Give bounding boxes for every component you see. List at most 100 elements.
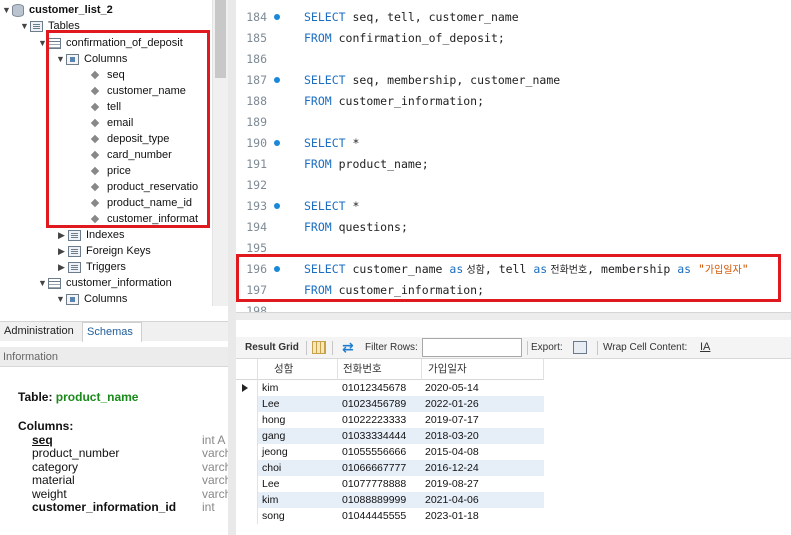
refresh-icon[interactable]: ⇄ xyxy=(342,340,356,354)
tree-column-item[interactable]: customer_name xyxy=(90,83,186,99)
table-cell[interactable]: 2015-04-08 xyxy=(423,444,479,460)
code-line[interactable]: FROM questions; xyxy=(304,219,408,235)
table-cell[interactable]: 2019-08-27 xyxy=(423,476,479,492)
table-cell[interactable]: hong xyxy=(260,412,285,428)
column-header[interactable]: 성함 xyxy=(258,359,338,380)
tree-column-item[interactable]: product_reservatio xyxy=(90,179,198,195)
table-cell[interactable]: gang xyxy=(260,428,285,444)
code-line[interactable]: SELECT * xyxy=(304,135,359,151)
table-cell[interactable]: 01077778888 xyxy=(340,476,406,492)
table-cell[interactable]: 01033334444 xyxy=(340,428,406,444)
tree-node-indexes[interactable]: ▶ Indexes xyxy=(58,227,125,243)
tree-node-table-confirmation[interactable]: ▼ confirmation_of_deposit xyxy=(38,35,183,51)
grid-view-icon[interactable] xyxy=(312,341,326,354)
table-cell[interactable]: Lee xyxy=(260,476,280,492)
table-row[interactable]: Lee 01023456789 2022-01-26 xyxy=(236,396,544,412)
table-cell[interactable]: kim xyxy=(260,492,278,508)
table-cell[interactable]: 2020-05-14 xyxy=(423,380,479,396)
table-cell[interactable]: 2022-01-26 xyxy=(423,396,479,412)
expand-arrow-icon[interactable]: ▼ xyxy=(56,51,66,67)
table-row[interactable]: gang 01033334444 2018-03-20 xyxy=(236,428,544,444)
tree-node-foreign-keys[interactable]: ▶ Foreign Keys xyxy=(58,243,151,259)
tree-column-item[interactable]: product_name_id xyxy=(90,195,192,211)
table-row[interactable]: kim 01012345678 2020-05-14 xyxy=(236,380,544,396)
tree-node-schema[interactable]: ▼ customer_list_2 xyxy=(2,2,113,18)
table-cell[interactable]: 01022223333 xyxy=(340,412,406,428)
table-row[interactable]: choi 01066667777 2016-12-24 xyxy=(236,460,544,476)
table-cell[interactable]: 01012345678 xyxy=(340,380,406,396)
collapse-arrow-icon[interactable]: ▶ xyxy=(58,243,68,259)
row-selector[interactable] xyxy=(236,396,258,412)
table-row[interactable]: song 01044445555 2023-01-18 xyxy=(236,508,544,524)
table-cell[interactable]: 01044445555 xyxy=(340,508,406,524)
table-cell[interactable]: 2021-04-06 xyxy=(423,492,479,508)
result-grid[interactable]: 성함 전화번호 가입일자 kim 01012345678 2020-05-14 Lee… xyxy=(236,359,791,535)
expand-arrow-icon[interactable]: ▼ xyxy=(38,35,48,51)
tree-column-item[interactable]: seq xyxy=(90,67,125,83)
tab-administration[interactable]: Administration xyxy=(0,322,82,342)
row-selector[interactable] xyxy=(236,444,258,460)
tree-node-tables[interactable]: ▼ Tables xyxy=(20,18,80,34)
table-cell[interactable]: 2018-03-20 xyxy=(423,428,479,444)
table-cell[interactable]: 01055556666 xyxy=(340,444,406,460)
tree-column-item[interactable]: tell xyxy=(90,99,121,115)
editor-result-splitter[interactable] xyxy=(236,312,791,320)
table-cell[interactable]: 01088889999 xyxy=(340,492,406,508)
expand-arrow-icon[interactable]: ▼ xyxy=(38,275,48,291)
code-line[interactable]: SELECT customer_name as 성함, tell as 전화번호… xyxy=(304,261,749,279)
column-header[interactable]: 가입일자 xyxy=(422,359,544,380)
row-selector[interactable] xyxy=(236,460,258,476)
tree-scrollbar[interactable] xyxy=(212,0,228,306)
expand-arrow-icon[interactable]: ▼ xyxy=(56,291,66,306)
tree-column-item[interactable]: deposit_type xyxy=(90,131,169,147)
wrap-text-icon[interactable]: IA xyxy=(700,341,714,354)
table-cell[interactable]: 01066667777 xyxy=(340,460,406,476)
tree-node-columns[interactable]: ▼ Columns xyxy=(56,51,127,67)
code-line[interactable]: FROM confirmation_of_deposit; xyxy=(304,30,505,46)
table-row[interactable]: kim 01088889999 2021-04-06 xyxy=(236,492,544,508)
table-cell[interactable]: Lee xyxy=(260,396,280,412)
code-line[interactable]: FROM product_name; xyxy=(304,156,429,172)
collapse-arrow-icon[interactable]: ▶ xyxy=(58,259,68,275)
table-cell[interactable]: kim xyxy=(260,380,278,396)
table-cell[interactable]: 2023-01-18 xyxy=(423,508,479,524)
filter-rows-input[interactable] xyxy=(422,338,522,357)
tree-column-item[interactable]: price xyxy=(90,163,131,179)
tree-node-columns[interactable]: ▼ Columns xyxy=(56,291,127,306)
table-cell[interactable]: 01023456789 xyxy=(340,396,406,412)
table-cell[interactable]: choi xyxy=(260,460,281,476)
scrollbar-thumb[interactable] xyxy=(215,0,226,78)
tab-schemas[interactable]: Schemas xyxy=(82,322,142,342)
export-icon[interactable] xyxy=(573,341,587,354)
row-selector[interactable] xyxy=(236,380,258,396)
row-selector[interactable] xyxy=(236,476,258,492)
code-line[interactable]: SELECT seq, membership, customer_name xyxy=(304,72,560,88)
sql-editor[interactable]: 184 185 186 187 188 189 190 191 192 193 … xyxy=(236,0,791,312)
column-header[interactable]: 전화번호 xyxy=(338,359,422,380)
tree-column-item[interactable]: email xyxy=(90,115,133,131)
code-line[interactable]: SELECT * xyxy=(304,198,359,214)
code-line[interactable]: SELECT seq, tell, customer_name xyxy=(304,9,519,25)
tree-column-item[interactable]: customer_informat xyxy=(90,211,198,227)
tree-node-table-customer-information[interactable]: ▼ customer_information xyxy=(38,275,172,291)
table-row[interactable]: hong 01022223333 2019-07-17 xyxy=(236,412,544,428)
expand-arrow-icon[interactable]: ▼ xyxy=(2,2,12,18)
result-grid-tab[interactable]: Result Grid xyxy=(245,337,299,359)
code-line[interactable]: FROM customer_information; xyxy=(304,282,484,298)
row-selector[interactable] xyxy=(236,428,258,444)
table-cell[interactable]: jeong xyxy=(260,444,288,460)
expand-arrow-icon[interactable]: ▼ xyxy=(20,18,30,34)
row-selector[interactable] xyxy=(236,492,258,508)
tree-column-item[interactable]: card_number xyxy=(90,147,172,163)
table-cell[interactable]: song xyxy=(260,508,285,524)
table-cell[interactable]: 2016-12-24 xyxy=(423,460,479,476)
tree-node-triggers[interactable]: ▶ Triggers xyxy=(58,259,126,275)
table-row[interactable]: Lee 01077778888 2019-08-27 xyxy=(236,476,544,492)
table-row[interactable]: jeong 01055556666 2015-04-08 xyxy=(236,444,544,460)
row-selector[interactable] xyxy=(236,412,258,428)
row-selector[interactable] xyxy=(236,508,258,524)
panel-splitter[interactable] xyxy=(228,0,236,535)
collapse-arrow-icon[interactable]: ▶ xyxy=(58,227,68,243)
code-line[interactable]: FROM customer_information; xyxy=(304,93,484,109)
table-cell[interactable]: 2019-07-17 xyxy=(423,412,479,428)
